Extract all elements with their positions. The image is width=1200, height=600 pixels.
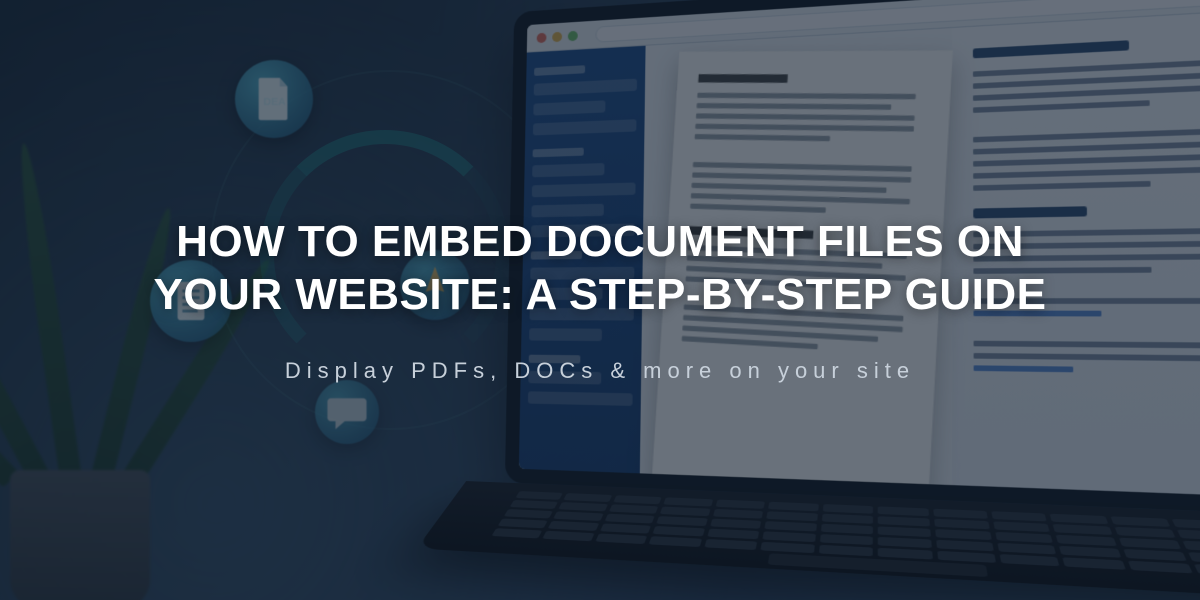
hero-copy: HOW TO EMBED DOCUMENT FILES ON YOUR WEBS… — [0, 0, 1200, 600]
hero-subtitle: Display PDFs, DOCs & more on your site — [285, 358, 915, 384]
hero-title: HOW TO EMBED DOCUMENT FILES ON YOUR WEBS… — [120, 216, 1080, 322]
hero-banner: DEA — [0, 0, 1200, 600]
